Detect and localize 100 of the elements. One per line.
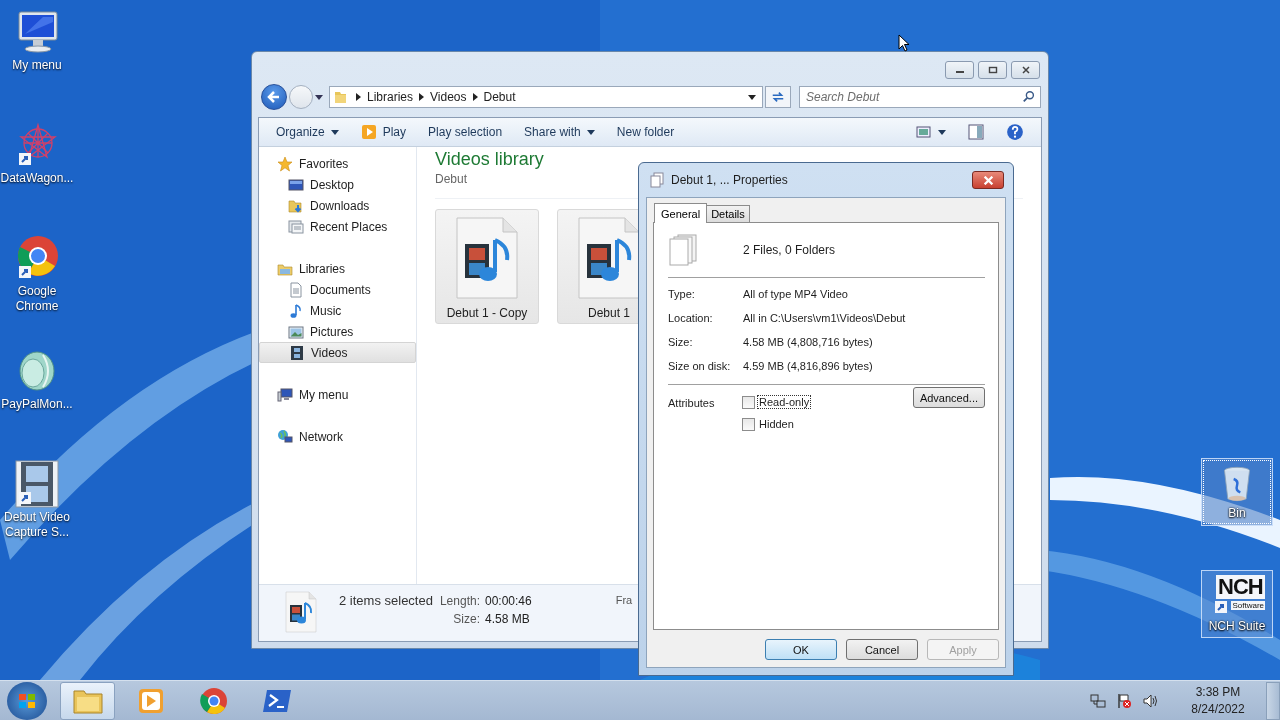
film-strip-icon	[13, 460, 61, 508]
caret-icon	[586, 129, 595, 135]
nav-item[interactable]: Documents	[259, 279, 416, 300]
nav-item[interactable]: Favorites	[259, 153, 416, 174]
refresh-icon	[771, 90, 785, 104]
video-file-icon	[455, 216, 519, 300]
library-title: Videos library	[435, 149, 544, 170]
property-label: Size:	[668, 336, 694, 348]
dialog-button[interactable]: Cancel	[846, 639, 918, 660]
file-count: 2 Files, 0 Folders	[743, 243, 836, 257]
caret-icon	[330, 129, 339, 135]
property-label: Size on disk:	[668, 360, 732, 372]
dropdown-icon[interactable]	[748, 94, 756, 100]
logo-subtitle: Software	[1231, 600, 1265, 610]
desktop-icon-label[interactable]: PayPalMon...	[0, 397, 74, 412]
close-icon	[982, 175, 994, 185]
attributes-label: Attributes	[668, 396, 716, 409]
property-value: All in C:\Users\vm1\Videos\Debut	[743, 312, 907, 324]
music-note-icon	[288, 302, 304, 319]
files-icon	[668, 233, 698, 267]
detail-value: 4.58 MB	[485, 612, 531, 626]
desktop-icon	[288, 176, 304, 193]
clock-time: 3:38 PM	[1195, 683, 1241, 701]
dialog-title: Debut 1, ... Properties	[671, 173, 788, 187]
breadcrumb[interactable]: Videos	[430, 90, 467, 104]
detail-label: Fra	[615, 594, 633, 606]
dialog-button[interactable]: OK	[765, 639, 837, 660]
breadcrumb[interactable]: Debut	[483, 90, 516, 104]
desktop-icon-label[interactable]: Google Chrome	[0, 284, 74, 314]
detail-value: 00:00:46	[485, 594, 532, 608]
checkbox-label[interactable]: Hidden	[757, 417, 796, 431]
picture-icon	[288, 323, 304, 340]
video-file-icon	[577, 216, 641, 300]
computer-icon	[277, 386, 293, 403]
checkbox[interactable]	[742, 417, 755, 431]
back-button[interactable]	[261, 84, 287, 110]
property-label: Type:	[668, 288, 696, 300]
recent-places-icon	[288, 218, 304, 235]
desktop-icon-label[interactable]: My menu	[0, 58, 74, 73]
nav-item[interactable]: Desktop	[259, 174, 416, 195]
maximize-icon	[987, 66, 998, 74]
file-item[interactable]: Debut 1 - Copy	[435, 209, 539, 324]
maximize-button[interactable]	[978, 61, 1007, 79]
start-button[interactable]	[7, 681, 47, 720]
close-button[interactable]	[972, 171, 1004, 189]
detail-label: Size:	[452, 612, 480, 626]
checkbox-label[interactable]: Read-only	[757, 395, 812, 409]
clock[interactable]: 3:38 PM 8/24/2022	[1178, 683, 1258, 718]
toolbar-button[interactable]: Play	[351, 120, 416, 144]
toolbar-button[interactable]: Organize	[267, 120, 348, 144]
close-button[interactable]	[1011, 61, 1040, 79]
nav-item[interactable]: Recent Places	[259, 216, 416, 237]
back-arrow-icon	[266, 89, 282, 105]
play-icon	[360, 124, 377, 140]
desktop-icon-label: NCH Suite	[1207, 618, 1267, 634]
toolbar-button[interactable]: Play selection	[419, 120, 512, 144]
clock-date: 8/24/2022	[1191, 700, 1245, 718]
desktop-icon-label[interactable]: Debut Video Capture S...	[0, 510, 74, 540]
tab[interactable]: Details	[706, 205, 750, 222]
chevron-icon	[419, 93, 425, 101]
detail-label: Length:	[439, 594, 480, 608]
chrome-icon	[197, 686, 230, 715]
chevron-icon	[356, 93, 361, 101]
property-value: 4.58 MB (4,808,716 bytes)	[743, 336, 874, 348]
desktop-icon-label: Bin	[1227, 505, 1247, 521]
nav-item[interactable]: Music	[259, 300, 416, 321]
nav-item[interactable]: Downloads	[259, 195, 416, 216]
library-subtitle: Debut	[435, 172, 468, 186]
property-label: Location:	[668, 312, 714, 324]
nav-item[interactable]: Videos	[259, 342, 416, 363]
document-icon	[288, 281, 304, 298]
property-value: 4.59 MB (4,816,896 bytes)	[743, 360, 874, 372]
caret-icon	[938, 129, 946, 135]
caret-icon[interactable]	[315, 94, 323, 100]
network-icon[interactable]	[1090, 692, 1106, 709]
tab[interactable]: General	[654, 203, 708, 223]
video-file-icon	[285, 591, 317, 633]
files-icon	[649, 172, 665, 188]
checkbox[interactable]	[742, 395, 755, 409]
picture-icon	[916, 124, 932, 140]
nav-item[interactable]: My menu	[259, 384, 416, 405]
toolbar-button[interactable]: Share with	[515, 120, 604, 144]
breadcrumb[interactable]: Libraries	[367, 90, 414, 104]
desktop-icon-label[interactable]: DataWagon...	[0, 171, 74, 186]
nav-item[interactable]: Pictures	[259, 321, 416, 342]
toolbar-button[interactable]: New folder	[607, 120, 684, 144]
refresh-button[interactable]	[765, 86, 791, 108]
search-icon	[1022, 90, 1036, 104]
desktop-shortcut[interactable]: NCH Software NCH Suite	[1201, 570, 1273, 638]
cursor-icon	[898, 34, 910, 52]
flag-icon[interactable]	[1116, 692, 1132, 709]
nav-item[interactable]: Network	[259, 426, 416, 447]
speaker-icon[interactable]	[1142, 692, 1158, 709]
help-icon	[1006, 123, 1024, 141]
address-bar[interactable]: Libraries Videos Debut	[329, 86, 763, 108]
nav-item[interactable]: Libraries	[259, 258, 416, 279]
advanced-button[interactable]: Advanced...	[912, 387, 985, 408]
search-field[interactable]: Search Debut	[799, 86, 1041, 108]
logo-text: NCH	[1216, 574, 1265, 599]
minimize-button[interactable]	[945, 61, 974, 79]
